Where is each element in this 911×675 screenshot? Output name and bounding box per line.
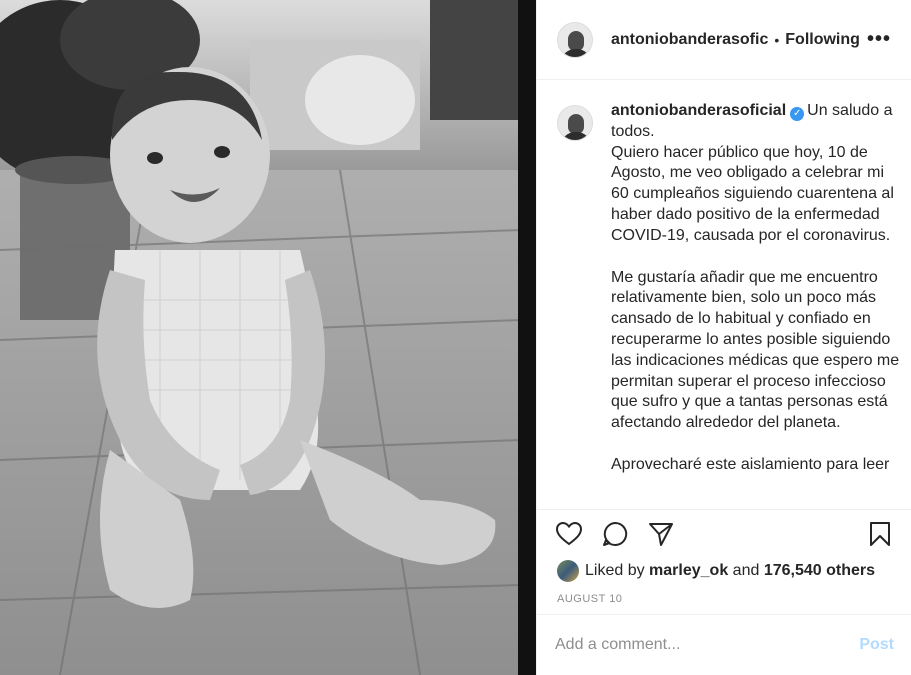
post-side-panel: antoniobanderasofic • Following ••• anto… bbox=[536, 0, 911, 675]
author-avatar[interactable] bbox=[557, 21, 593, 58]
caption-paragraph-2: Me gustaría añadir que me encuentro rela… bbox=[611, 268, 900, 432]
caption-scroll-area[interactable]: antoniobanderasoficial ✓ Un saludo a todos… bbox=[537, 81, 911, 509]
post-header: antoniobanderasofic • Following ••• bbox=[537, 0, 911, 80]
likes-and: and bbox=[732, 562, 760, 579]
liker-avatar[interactable] bbox=[557, 560, 579, 582]
following-button[interactable]: Following bbox=[785, 31, 860, 49]
post-photo[interactable] bbox=[0, 0, 536, 675]
verified-badge-icon: ✓ bbox=[790, 107, 805, 121]
heart-icon[interactable] bbox=[555, 520, 583, 548]
share-icon[interactable] bbox=[647, 520, 675, 548]
author-username[interactable]: antoniobanderasofic bbox=[611, 31, 768, 49]
likes-count-link[interactable]: 176,540 others bbox=[764, 562, 875, 580]
caption-paragraph-3: Aprovecharé este aislamiento para leer bbox=[611, 455, 890, 473]
comment-box: Add a comment... Post bbox=[537, 614, 911, 675]
header-separator: • bbox=[774, 31, 780, 48]
baby-photo-image bbox=[0, 0, 536, 675]
action-bar bbox=[537, 510, 911, 558]
bookmark-icon[interactable] bbox=[866, 520, 894, 548]
caption-text: antoniobanderasoficial ✓ Un saludo a todos… bbox=[611, 101, 900, 476]
post-date[interactable]: AUGUST 10 bbox=[537, 593, 911, 607]
more-options-icon[interactable]: ••• bbox=[867, 28, 891, 51]
post-actions-section: Liked by marley_ok and 176,540 others AU… bbox=[537, 509, 911, 607]
caption-paragraph-1: Quiero hacer público que hoy, 10 de Agos… bbox=[611, 143, 894, 244]
likes-summary: Liked by marley_ok and 176,540 others bbox=[537, 558, 911, 584]
caption-username[interactable]: antoniobanderasoficial bbox=[611, 102, 786, 119]
liker-username[interactable]: marley_ok bbox=[649, 562, 728, 580]
comment-icon[interactable] bbox=[601, 520, 629, 548]
comment-input[interactable]: Add a comment... bbox=[555, 636, 859, 654]
likes-prefix: Liked by bbox=[585, 562, 645, 579]
caption-avatar[interactable] bbox=[557, 105, 593, 141]
post-comment-button[interactable]: Post bbox=[859, 636, 894, 654]
caption: antoniobanderasoficial ✓ Un saludo a todos… bbox=[557, 101, 900, 476]
